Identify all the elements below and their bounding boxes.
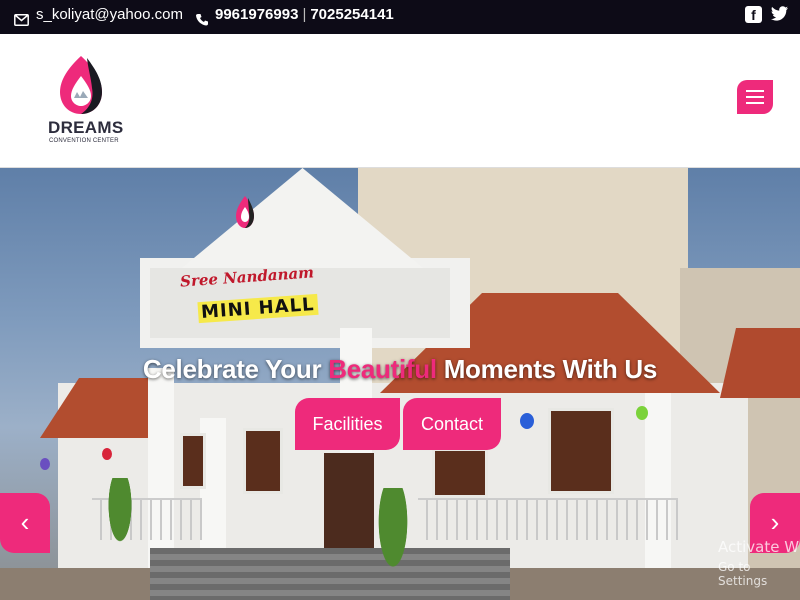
phone-icon xyxy=(196,7,208,36)
window xyxy=(180,433,206,489)
entrance-door xyxy=(324,453,374,563)
chevron-left-icon: ‹ xyxy=(20,507,30,537)
logo-name: DREAMS xyxy=(48,118,124,137)
hero-title-end: Moments With Us xyxy=(443,354,658,384)
twitter-icon[interactable] xyxy=(771,6,788,23)
window xyxy=(243,428,283,494)
hero-slider: Sree Nandanam MINI HALL Celebrate Your B… xyxy=(0,168,800,600)
balloon xyxy=(102,448,112,460)
window xyxy=(548,408,614,494)
hamburger-icon xyxy=(746,90,764,92)
hero-title: Celebrate Your Beautiful Moments With Us xyxy=(0,354,800,385)
phone-number-2: 7025254141 xyxy=(310,6,394,23)
potted-plant xyxy=(100,478,140,568)
chevron-right-icon: › xyxy=(770,507,780,537)
entrance-stairs xyxy=(150,548,510,600)
building-logo-icon xyxy=(236,196,254,228)
hero-title-start: Celebrate Your xyxy=(142,354,322,384)
balloon xyxy=(40,458,50,470)
phone-contact[interactable]: 9961976993 | 7025254141 xyxy=(196,0,394,34)
slider-prev-button[interactable]: ‹ xyxy=(0,493,50,553)
envelope-icon xyxy=(14,7,29,36)
hero-title-highlight: Beautiful xyxy=(328,354,437,384)
balloon xyxy=(520,413,534,429)
email-text: s_koliyat@yahoo.com xyxy=(36,6,183,23)
top-contact-bar: s_koliyat@yahoo.com 9961976993 | 7025254… xyxy=(0,0,800,34)
logo-subtitle: CONVENTION CENTER xyxy=(49,138,119,144)
window xyxy=(432,448,488,498)
facebook-icon[interactable]: f xyxy=(745,6,762,23)
balloon xyxy=(636,406,648,420)
menu-toggle-button[interactable] xyxy=(737,80,773,114)
watermark-line1: Activate W xyxy=(718,538,800,556)
potted-plant xyxy=(368,488,418,600)
site-header: DREAMS CONVENTION CENTER xyxy=(0,34,800,168)
phone-number-1: 9961976993 xyxy=(215,6,299,23)
watermark-line2: Go to Settings xyxy=(718,560,768,588)
email-contact[interactable]: s_koliyat@yahoo.com xyxy=(14,0,183,34)
facilities-button[interactable]: Facilities xyxy=(295,398,400,450)
activation-watermark: Activate W Go to Settings xyxy=(718,538,800,588)
hamburger-icon-bar xyxy=(746,102,764,104)
hamburger-icon-bar xyxy=(746,96,764,98)
phone-separator: | xyxy=(302,6,307,23)
railing xyxy=(418,498,678,540)
contact-button[interactable]: Contact xyxy=(403,398,501,450)
